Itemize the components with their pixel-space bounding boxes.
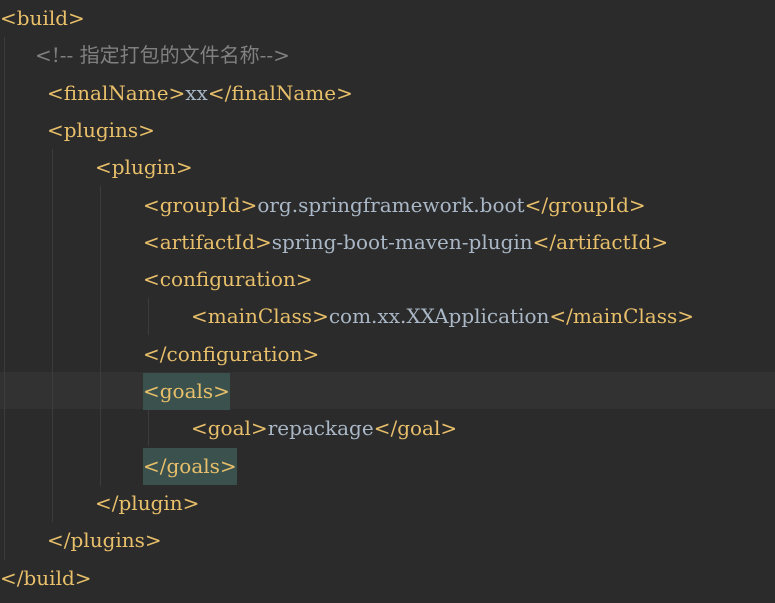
code-line[interactable]: <groupId>org.springframework.boot</group… (0, 187, 775, 224)
code-line[interactable]: <goals> (0, 373, 775, 410)
code-line[interactable]: <plugin> (0, 149, 775, 186)
code-line[interactable]: </configuration> (0, 336, 775, 373)
xml-tag: </artifactId> (532, 230, 669, 254)
code-line[interactable]: <configuration> (0, 261, 775, 298)
code-line[interactable]: </goals> (0, 448, 775, 485)
code-comment: <!-- 指定打包的文件名称--> (35, 43, 290, 67)
code-line[interactable]: <plugins> (0, 112, 775, 149)
xml-tag: <goals> (143, 373, 230, 410)
xml-tag: </goal> (373, 416, 458, 440)
tag-value: xx (185, 81, 208, 105)
tag-value: repackage (267, 416, 374, 440)
code-editor[interactable]: <build> <!-- 指定打包的文件名称--> <finalName>xx</f… (0, 0, 775, 603)
xml-tag: </goals> (143, 448, 237, 485)
xml-tag: </mainClass> (549, 304, 694, 328)
code-line[interactable]: </build> (0, 560, 775, 597)
code-line[interactable]: <finalName>xx</finalName> (0, 75, 775, 112)
xml-tag: </finalName> (207, 81, 353, 105)
xml-tag: </plugins> (47, 528, 162, 552)
code-line[interactable]: </plugins> (0, 522, 775, 559)
xml-tag: <finalName> (47, 81, 186, 105)
tag-value: org.springframework.boot (257, 193, 525, 217)
xml-tag: <build> (0, 6, 85, 30)
tag-value: com.xx.XXApplication (328, 304, 550, 328)
code-line[interactable]: <!-- 指定打包的文件名称--> (0, 37, 775, 74)
xml-tag: <configuration> (143, 267, 313, 291)
code-line[interactable]: <artifactId>spring-boot-maven-plugin</ar… (0, 224, 775, 261)
code-line[interactable]: <mainClass>com.xx.XXApplication</mainCla… (0, 298, 775, 335)
xml-tag: <plugin> (95, 155, 193, 179)
xml-tag: </build> (0, 566, 92, 590)
code-line[interactable]: <goal>repackage</goal> (0, 410, 775, 447)
tag-value: spring-boot-maven-plugin (271, 230, 533, 254)
xml-tag: </plugin> (95, 491, 200, 515)
xml-tag: <artifactId> (143, 230, 272, 254)
xml-tag: <mainClass> (191, 304, 329, 328)
xml-tag: </groupId> (524, 193, 646, 217)
code-line[interactable]: </plugin> (0, 485, 775, 522)
xml-tag: <groupId> (143, 193, 258, 217)
xml-tag: <plugins> (47, 118, 155, 142)
code-line[interactable]: <build> (0, 0, 775, 37)
xml-tag: <goal> (191, 416, 268, 440)
xml-tag: </configuration> (143, 342, 320, 366)
